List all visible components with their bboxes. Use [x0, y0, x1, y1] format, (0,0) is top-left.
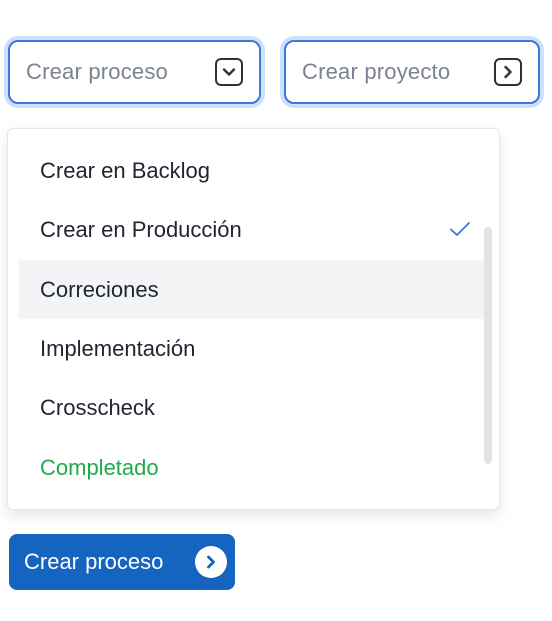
chevron-right-circle-icon — [195, 546, 227, 578]
option-label: Correciones — [40, 276, 159, 302]
chevron-right-icon[interactable] — [494, 58, 522, 86]
button-label: Crear proceso — [24, 549, 164, 574]
check-icon — [449, 217, 471, 243]
option-label: Completado — [40, 454, 159, 480]
dropdown-menu: Crear en Backlog Crear en Producción Cor… — [7, 128, 500, 510]
option-correciones[interactable]: Correciones — [19, 260, 487, 319]
crear-proceso-button[interactable]: Crear proceso — [9, 534, 235, 590]
option-crear-en-produccion[interactable]: Crear en Producción — [19, 200, 487, 259]
option-label: Crear en Backlog — [40, 157, 210, 183]
option-implementacion[interactable]: Implementación — [19, 319, 487, 378]
option-label: Crosscheck — [40, 394, 155, 420]
crear-proyecto-select[interactable]: Crear proyecto — [284, 40, 540, 104]
process-form: Crear proceso Crear proyecto Crear en Ba… — [0, 0, 552, 621]
option-completado[interactable]: Completado — [19, 438, 487, 497]
crear-proceso-placeholder: Crear proceso — [26, 59, 168, 84]
option-label: Crear en Producción — [40, 216, 242, 242]
option-label: Implementación — [40, 335, 196, 361]
option-crear-en-backlog[interactable]: Crear en Backlog — [19, 141, 487, 200]
option-crosscheck[interactable]: Crosscheck — [19, 378, 487, 437]
crear-proyecto-placeholder: Crear proyecto — [302, 59, 451, 84]
chevron-down-icon[interactable] — [215, 58, 243, 86]
crear-proceso-select[interactable]: Crear proceso — [8, 40, 261, 104]
dropdown-scrollbar[interactable] — [484, 227, 492, 464]
